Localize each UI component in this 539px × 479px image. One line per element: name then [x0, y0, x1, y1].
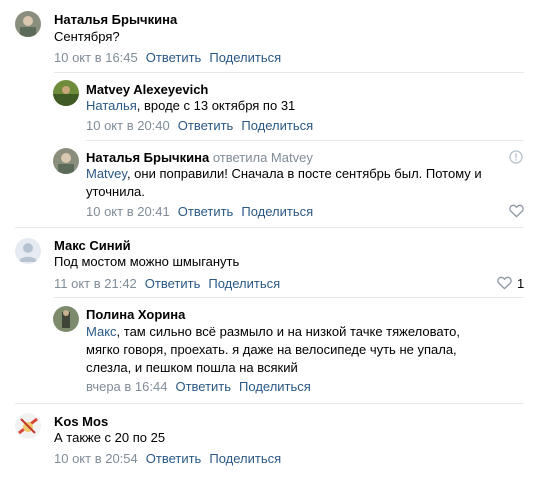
comment-polina: Полина Хорина Макс, там сильно всё размы…	[0, 297, 539, 403]
share-button[interactable]: Поделиться	[209, 451, 281, 466]
share-button[interactable]: Поделиться	[208, 276, 280, 291]
comment-text: Matvey, они поправили! Сначала в посте с…	[86, 166, 482, 199]
comment-author[interactable]: Полина Хорина	[86, 307, 185, 322]
share-button[interactable]: Поделиться	[241, 204, 313, 219]
comment-meta: 11 окт в 21:42 Ответить Поделиться	[54, 276, 280, 291]
report-icon[interactable]	[509, 150, 523, 164]
comment-author: Наталья Брычкина ответила Matvey	[86, 150, 313, 165]
comment-author[interactable]: Наталья Брычкина	[54, 12, 177, 27]
mention-link[interactable]: Наталья	[86, 98, 137, 113]
avatar[interactable]	[53, 148, 79, 174]
comment-meta: 10 окт в 20:41 Ответить Поделиться	[86, 204, 313, 219]
comment-meta: 10 окт в 20:40 Ответить Поделиться	[86, 118, 313, 133]
mention-link[interactable]: Matvey	[86, 166, 127, 181]
comment-date[interactable]: 10 окт в 20:41	[86, 204, 170, 219]
heart-icon[interactable]	[509, 204, 524, 218]
reply-button[interactable]: Ответить	[178, 204, 234, 219]
comment-text: Наталья, вроде с 13 октября по 31	[86, 98, 296, 113]
mention-link[interactable]: Макс	[86, 324, 117, 339]
reply-button[interactable]: Ответить	[175, 379, 231, 394]
comment-date[interactable]: 11 окт в 21:42	[54, 276, 137, 291]
avatar[interactable]	[53, 306, 79, 332]
share-button[interactable]: Поделиться	[241, 118, 313, 133]
comment-author[interactable]: Matvey Alexeyevich	[86, 82, 208, 97]
comment-text: Сентября?	[54, 29, 120, 44]
comment-date[interactable]: 10 окт в 16:45	[54, 50, 138, 65]
heart-icon[interactable]	[497, 276, 512, 290]
reply-button[interactable]: Ответить	[145, 276, 201, 291]
comment-author[interactable]: Kos Mos	[54, 414, 108, 429]
avatar[interactable]	[15, 413, 41, 439]
comment-date[interactable]: 10 окт в 20:54	[54, 451, 138, 466]
like-count: 1	[517, 276, 525, 291]
comment-text: А также с 20 по 25	[54, 430, 166, 445]
avatar[interactable]	[53, 80, 79, 106]
reply-button[interactable]: Ответить	[146, 451, 202, 466]
comment-meta: вчера в 16:44 Ответить Поделиться	[86, 379, 311, 394]
comment-kosmos: Kos Mos А также с 20 по 25 10 окт в 20:5…	[0, 403, 539, 479]
comment-maks: Макс Синий Под мостом можно шмыгануть 11…	[0, 227, 539, 297]
reply-button[interactable]: Ответить	[146, 50, 202, 65]
comment-matvey: Matvey Alexeyevich Наталья, вроде с 13 о…	[0, 72, 539, 138]
replied-to[interactable]: ответила Matvey	[213, 150, 313, 165]
comment-date[interactable]: вчера в 16:44	[86, 379, 167, 394]
share-button[interactable]: Поделиться	[239, 379, 311, 394]
reply-button[interactable]: Ответить	[178, 118, 234, 133]
share-button[interactable]: Поделиться	[209, 50, 281, 65]
avatar[interactable]	[15, 238, 41, 264]
comment-meta: 10 окт в 16:45 Ответить Поделиться	[54, 50, 281, 65]
comment-text: Под мостом можно шмыгануть	[54, 254, 240, 269]
author-name[interactable]: Наталья Брычкина	[86, 150, 209, 165]
avatar[interactable]	[15, 11, 41, 37]
comment-natalya-2: Наталья Брычкина ответила Matvey Matvey,…	[0, 140, 539, 228]
comment-author[interactable]: Макс Синий	[54, 238, 131, 253]
comment-text: Макс, там сильно всё размыло и на низкой…	[86, 324, 460, 375]
comment-natalya-1: Наталья Брычкина Сентября? 10 окт в 16:4…	[0, 0, 539, 72]
comment-meta: 10 окт в 20:54 Ответить Поделиться	[54, 451, 281, 466]
comment-date[interactable]: 10 окт в 20:40	[86, 118, 170, 133]
